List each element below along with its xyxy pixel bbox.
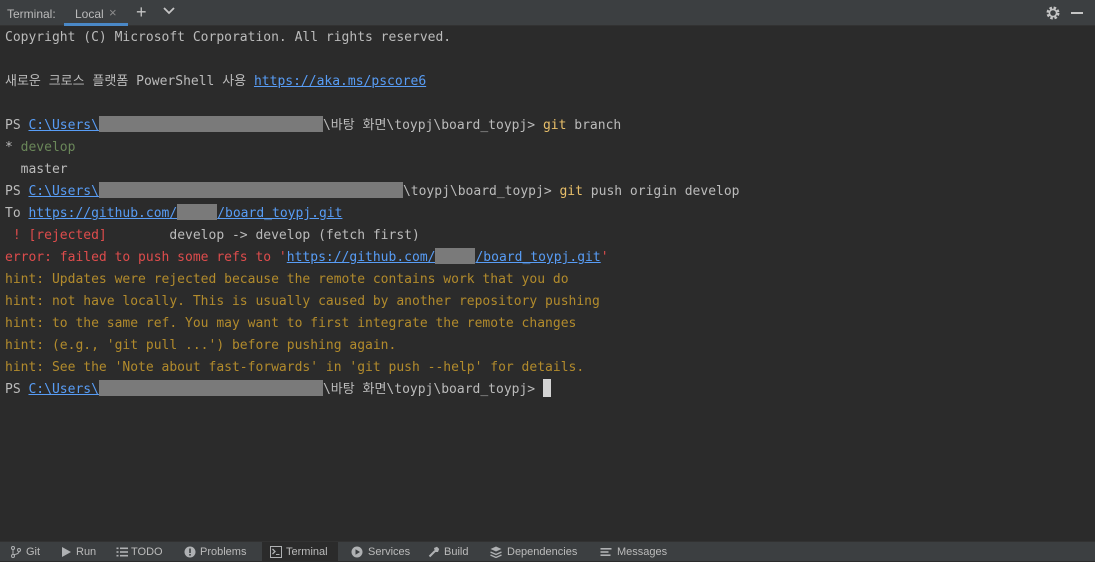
tab-dependencies-label: Dependencies bbox=[507, 546, 578, 558]
prompt-path: \바탕 화면\toypj\board_toypj> bbox=[322, 382, 543, 397]
terminal-line: ! [rejected] develop -> develop (fetch f… bbox=[5, 225, 420, 247]
tab-messages-label: Messages bbox=[617, 546, 668, 558]
github-repo-link[interactable]: https://github.com/ /board_toypj.git bbox=[28, 204, 343, 221]
users-path-link[interactable]: C:\Users\ bbox=[28, 184, 98, 199]
tab-todo-label: TODO bbox=[131, 546, 163, 558]
redacted-path bbox=[98, 182, 403, 198]
tool-window-bar: Git Run TODO Problems Terminal Services … bbox=[0, 541, 1095, 562]
prompt-path: \바탕 화면\toypj\board_toypj> bbox=[322, 118, 543, 133]
to-prefix: To bbox=[5, 206, 29, 221]
prompt-prefix: PS bbox=[5, 382, 29, 397]
todo-icon bbox=[116, 547, 128, 557]
terminal-line: error: failed to push some refs to 'http… bbox=[5, 247, 609, 269]
run-icon bbox=[62, 547, 71, 557]
tab-dependencies[interactable]: Dependencies bbox=[490, 542, 580, 562]
redacted-github-user bbox=[435, 248, 476, 264]
dependencies-icon bbox=[490, 546, 502, 558]
tab-problems-label: Problems bbox=[200, 546, 247, 558]
rejected-tag: ! [rejected] bbox=[5, 228, 107, 243]
users-path-link[interactable]: C:\Users\ bbox=[28, 118, 98, 133]
tab-git[interactable]: Git bbox=[10, 542, 46, 562]
tab-build-label: Build bbox=[444, 546, 469, 558]
tab-services[interactable]: Services bbox=[351, 542, 411, 562]
tab-git-label: Git bbox=[26, 546, 41, 558]
tab-local-label: Local bbox=[75, 7, 104, 21]
terminal-icon bbox=[270, 546, 282, 558]
github-link-start: https://github.com/ bbox=[28, 206, 178, 221]
tab-local[interactable]: Local × bbox=[64, 0, 128, 26]
hint-line: hint: See the 'Note about fast-forwards'… bbox=[5, 360, 585, 375]
tab-terminal-label: Terminal bbox=[286, 546, 328, 558]
terminal-line: Copyright (C) Microsoft Corporation. All… bbox=[5, 27, 451, 49]
terminal-line: PS C:\Users\ \바탕 화면\toypj\board_toypj> gi… bbox=[5, 115, 621, 137]
github-repo-link[interactable]: https://github.com/ /board_toypj.git bbox=[286, 248, 601, 265]
prompt-prefix: PS bbox=[5, 184, 29, 199]
problems-icon bbox=[184, 546, 196, 558]
error-text: error: failed to push some refs to ' bbox=[5, 250, 287, 265]
services-icon bbox=[351, 546, 363, 558]
tab-messages[interactable]: Messages bbox=[600, 542, 670, 562]
close-icon[interactable]: × bbox=[109, 5, 117, 20]
current-branch: develop bbox=[20, 140, 76, 155]
terminal-toolbar: Terminal: Local × + bbox=[0, 0, 1095, 26]
redacted-username bbox=[98, 380, 323, 396]
terminal-line: To https://github.com/ /board_toypj.git bbox=[5, 203, 342, 225]
terminal-output[interactable]: Copyright (C) Microsoft Corporation. All… bbox=[5, 27, 1090, 541]
terminal-line: * develop bbox=[5, 137, 75, 159]
git-command: git bbox=[542, 118, 567, 133]
chevron-down-icon[interactable] bbox=[162, 6, 176, 16]
tab-build[interactable]: Build bbox=[428, 542, 472, 562]
command-args: branch bbox=[566, 118, 622, 133]
error-suffix: ' bbox=[600, 250, 609, 265]
powershell-intro-text: 새로운 크로스 플랫폼 PowerShell 사용 bbox=[5, 74, 254, 89]
tab-problems[interactable]: Problems bbox=[184, 542, 250, 562]
terminal-line: 새로운 크로스 플랫폼 PowerShell 사용 https://aka.ms… bbox=[5, 71, 426, 93]
hint-line: hint: to the same ref. You may want to f… bbox=[5, 316, 577, 331]
users-path-link[interactable]: C:\Users\ bbox=[28, 382, 98, 397]
build-icon bbox=[428, 546, 440, 558]
messages-icon bbox=[600, 548, 612, 556]
tab-services-label: Services bbox=[368, 546, 411, 558]
prompt-path: \toypj\board_toypj> bbox=[402, 184, 560, 199]
redacted-github-user bbox=[177, 204, 218, 220]
branch-star: * bbox=[5, 140, 21, 155]
hint-line: hint: (e.g., 'git pull ...') before push… bbox=[5, 338, 397, 353]
hint-line: hint: not have locally. This is usually … bbox=[5, 294, 600, 309]
rejected-detail: develop -> develop (fetch first) bbox=[106, 228, 420, 243]
gear-icon[interactable] bbox=[1045, 5, 1061, 21]
github-link-start: https://github.com/ bbox=[286, 250, 436, 265]
pscore-link[interactable]: https://aka.ms/pscore6 bbox=[254, 74, 426, 89]
minimize-icon[interactable] bbox=[1071, 12, 1083, 14]
terminal-line: PS C:\Users\ \toypj\board_toypj> git push… bbox=[5, 181, 740, 203]
git-branch-icon bbox=[11, 546, 21, 558]
tab-run[interactable]: Run bbox=[60, 542, 100, 562]
hint-line: hint: Updates were rejected because the … bbox=[5, 272, 569, 287]
github-link-end: /board_toypj.git bbox=[475, 250, 601, 265]
tab-todo[interactable]: TODO bbox=[116, 542, 166, 562]
terminal-line: master bbox=[5, 159, 68, 181]
redacted-username bbox=[98, 116, 323, 132]
github-link-end: /board_toypj.git bbox=[217, 206, 343, 221]
copyright-text: Copyright (C) Microsoft Corporation. All… bbox=[5, 30, 452, 45]
prompt-prefix: PS bbox=[5, 118, 29, 133]
terminal-line: PS C:\Users\ \바탕 화면\toypj\board_toypj> bbox=[5, 379, 551, 401]
git-command: git bbox=[559, 184, 583, 199]
toolbar-title: Terminal: bbox=[7, 7, 56, 21]
tab-run-label: Run bbox=[76, 546, 97, 558]
new-tab-plus-icon[interactable]: + bbox=[136, 2, 152, 22]
branch-name: master bbox=[5, 162, 68, 177]
command-args: push origin develop bbox=[582, 184, 740, 199]
terminal-cursor[interactable] bbox=[542, 379, 551, 397]
tab-terminal[interactable]: Terminal bbox=[262, 542, 338, 562]
